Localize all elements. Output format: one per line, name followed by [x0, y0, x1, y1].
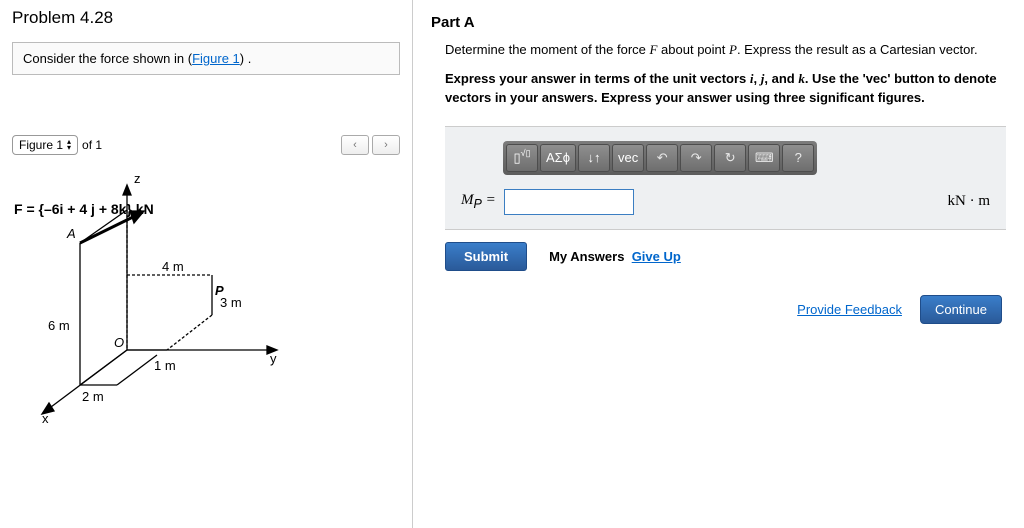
svg-text:3 m: 3 m — [220, 295, 242, 310]
mp-label: MP = — [461, 192, 496, 211]
problem-title: Problem 4.28 — [12, 8, 400, 28]
problem-statement-box: Consider the force shown in (Figure 1) . — [12, 42, 400, 75]
part-title: Part A — [431, 14, 1006, 31]
part-statement: Determine the moment of the force F abou… — [445, 41, 1006, 60]
template-button[interactable]: ▯√▯ — [506, 144, 538, 172]
answers-links: My Answers Give Up — [549, 249, 681, 264]
force-vector-label: F = {–6i + 4 j + 8k} kN — [14, 201, 154, 219]
svg-text:2 m: 2 m — [82, 389, 104, 404]
svg-text:y: y — [270, 351, 277, 366]
arrows-button[interactable]: ↓↑ — [578, 144, 610, 172]
help-button[interactable]: ? — [782, 144, 814, 172]
figure-link[interactable]: Figure 1 — [192, 51, 240, 66]
submit-button[interactable]: Submit — [445, 242, 527, 271]
svg-text:1 m: 1 m — [154, 358, 176, 373]
left-panel: Problem 4.28 Consider the force shown in… — [0, 0, 413, 528]
redo-button[interactable]: ↷ — [680, 144, 712, 172]
provide-feedback-link[interactable]: Provide Feedback — [797, 302, 902, 317]
give-up-link[interactable]: Give Up — [632, 249, 681, 264]
figure-selector[interactable]: Figure 1 ▴▾ — [12, 135, 78, 155]
svg-text:4 m: 4 m — [162, 259, 184, 274]
continue-button[interactable]: Continue — [920, 295, 1002, 324]
my-answers-text: My Answers — [549, 249, 624, 264]
figure-next-button[interactable]: › — [372, 135, 400, 155]
consider-prefix: Consider the force shown in ( — [23, 51, 192, 66]
vec-button[interactable]: vec — [612, 144, 644, 172]
svg-text:A: A — [66, 226, 76, 241]
svg-text:6 m: 6 m — [48, 318, 70, 333]
part-instructions: Express your answer in terms of the unit… — [445, 70, 1006, 108]
figure-header: Figure 1 ▴▾ of 1 ‹ › — [12, 135, 400, 155]
answer-area: ▯√▯ ΑΣϕ ↓↑ vec ↶ ↷ ↻ ⌨ ? MP = kN · m — [445, 126, 1006, 230]
reset-button[interactable]: ↻ — [714, 144, 746, 172]
figure-current: Figure 1 — [19, 138, 63, 152]
figure-prev-button[interactable]: ‹ — [341, 135, 369, 155]
updown-icon: ▴▾ — [67, 139, 71, 151]
right-panel: Part A Determine the moment of the force… — [413, 0, 1024, 528]
submit-row: Submit My Answers Give Up — [445, 242, 1006, 271]
consider-suffix: ) . — [240, 51, 252, 66]
svg-text:O: O — [114, 335, 124, 350]
figure-diagram: F = {–6i + 4 j + 8k} kN — [12, 165, 292, 425]
svg-text:x: x — [42, 411, 49, 425]
keyboard-button[interactable]: ⌨ — [748, 144, 780, 172]
answer-input[interactable] — [504, 189, 634, 215]
footer-row: Provide Feedback Continue — [431, 295, 1006, 324]
svg-text:z: z — [134, 171, 141, 186]
undo-button[interactable]: ↶ — [646, 144, 678, 172]
figure-of-text: of 1 — [82, 138, 102, 152]
formula-toolbar: ▯√▯ ΑΣϕ ↓↑ vec ↶ ↷ ↻ ⌨ ? — [503, 141, 817, 175]
greek-button[interactable]: ΑΣϕ — [540, 144, 576, 172]
unit-label: kN · m — [948, 193, 991, 210]
